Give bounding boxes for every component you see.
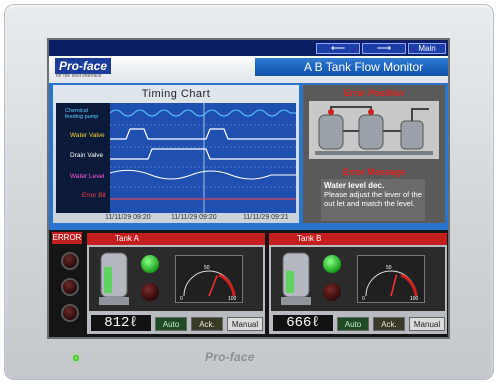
tank-b-header: Tank B [269, 233, 447, 245]
error-message-title: Error Message [342, 167, 406, 177]
forward-button[interactable]: ⟶ [362, 43, 406, 54]
tank-a-run-lamp [141, 255, 159, 273]
signal-label-drain-valve: Drain Valve [70, 152, 104, 159]
tank-b-panel: Tank B 0 50 100 666ℓ Auto Ack. Manual [269, 233, 447, 334]
bezel-brand-logo: Pro-face [205, 350, 255, 364]
tank-a-alarm-lamp [141, 283, 159, 301]
tank-b-gauge: 0 50 100 [357, 255, 425, 303]
page-title: A B Tank Flow Monitor [304, 60, 424, 74]
back-button[interactable]: ⟵ [316, 43, 360, 54]
signal-label-chemical-2: feeding pump [65, 114, 98, 120]
tank-a-auto-button[interactable]: Auto [155, 317, 187, 331]
brand-tagline: for the best interface [56, 73, 102, 79]
tank-a-header: Tank A [87, 233, 265, 245]
brand-logo: Pro-face [55, 58, 112, 74]
tank-a-gauge: 0 50 100 [175, 255, 243, 303]
tank-b-needle [390, 274, 398, 297]
tank-b-level-readout: 666ℓ [273, 315, 333, 331]
svg-text:100: 100 [410, 296, 419, 302]
main-button[interactable]: Main [408, 43, 446, 54]
tank-b-manual-button[interactable]: Manual [409, 317, 445, 331]
timing-chart: Chemical feeding pump Water Valve Drain … [56, 103, 296, 213]
error-message-box: Water level dec. Please adjust the lever… [321, 179, 425, 221]
tank-a-panel: Tank A 0 50 100 812ℓ Auto Ack. Manual [87, 233, 265, 334]
tank-illustration [315, 106, 433, 155]
error-message-heading: Water level dec. [324, 181, 385, 190]
timing-chart-panel: Timing Chart Chemical feeding pump Water… [53, 85, 299, 223]
power-led [73, 355, 79, 361]
time-label-1: 11/11/29 09:20 [105, 214, 151, 221]
error-lamp-2 [61, 278, 79, 296]
svg-text:50: 50 [204, 265, 210, 271]
svg-text:100: 100 [228, 296, 237, 302]
nav-bar: ⟵ ⟶ Main [49, 40, 448, 56]
error-position-panel: Error Position Error Message Water level… [303, 85, 445, 223]
signal-label-error-bit: Error Bit [82, 192, 106, 199]
tank-a-ack-button[interactable]: Ack. [191, 317, 223, 331]
chart-title: Timing Chart [141, 88, 211, 100]
tank-b-body: 0 50 100 [271, 247, 445, 311]
header: Pro-face for the best interface A B Tank… [49, 56, 448, 83]
time-label-3: 11/11/29 09:21 [243, 214, 289, 221]
tank-a-icon [99, 252, 129, 305]
tank-a-name: Tank A [115, 234, 140, 243]
tank-b-auto-button[interactable]: Auto [337, 317, 369, 331]
main-panel: Timing Chart Chemical feeding pump Water… [49, 83, 448, 230]
tank-diagram [309, 101, 439, 159]
tank-b-icon [281, 252, 311, 305]
tank-b-run-lamp [323, 255, 341, 273]
tank-a-body: 0 50 100 [89, 247, 263, 311]
error-message-text: Please adjust the lever of the out let a… [324, 190, 422, 208]
tank-b-alarm-lamp [323, 283, 341, 301]
signal-label-water-level: Water Level [70, 173, 105, 180]
hmi-screen: ⟵ ⟶ Main Pro-face for the best interface… [47, 38, 450, 339]
signal-label-water-valve: Water Valve [70, 132, 105, 139]
error-label: ERROR [52, 232, 82, 244]
svg-text:0: 0 [362, 296, 365, 302]
tank-b-ack-button[interactable]: Ack. [373, 317, 405, 331]
tank-a-gauge-face: 0 50 100 [180, 265, 237, 302]
svg-text:0: 0 [180, 296, 183, 302]
tank-a-needle [208, 275, 218, 297]
tank-b-name: Tank B [297, 234, 322, 243]
chart-plot-area [110, 103, 296, 213]
tank-a-level-readout: 812ℓ [91, 315, 151, 331]
time-label-2: 11/11/29 09:20 [171, 214, 217, 221]
error-position-title: Error Position [343, 88, 404, 98]
svg-text:50: 50 [386, 265, 392, 271]
error-lamp-1 [61, 252, 79, 270]
control-panel: ERROR Tank A 0 50 100 812ℓ Auto Ack. Man… [49, 230, 448, 337]
tank-a-manual-button[interactable]: Manual [227, 317, 263, 331]
error-lamp-3 [61, 304, 79, 322]
tank-b-gauge-face: 0 50 100 [362, 265, 419, 302]
